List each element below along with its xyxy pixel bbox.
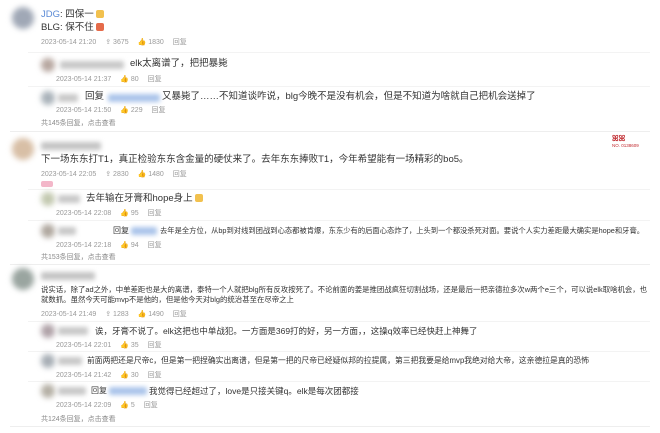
avatar[interactable] [41, 192, 55, 206]
user-name[interactable] [58, 387, 86, 395]
reply-button[interactable]: 回复 [152, 105, 166, 115]
badge-logo: ꕤꕤ [612, 134, 626, 143]
timestamp: 2023-05-14 21:20 [41, 39, 97, 46]
reply-button[interactable]: 回复 [173, 37, 187, 47]
comment-meta: 2023-05-14 21:49 ⇪ 1283 👍 1490 回复 [41, 309, 194, 319]
rank-badge: ꕤꕤ NO. 0138609 [612, 135, 652, 151]
avatar[interactable] [41, 384, 55, 398]
comment-divider [10, 426, 650, 427]
reply-prefix: 回复 [91, 386, 107, 395]
like-button[interactable]: 👍 1830 [138, 38, 164, 46]
user-name[interactable] [41, 272, 95, 280]
reply-button[interactable]: 回复 [173, 309, 187, 319]
reply-text: elk太离谱了，把把暴毙 [130, 58, 228, 69]
comment-line-2: BLG: 保不住 [41, 22, 106, 34]
timestamp: 2023-05-14 22:18 [56, 242, 112, 249]
reply-meta: 2023-05-14 22:08 👍 95 回复 [56, 208, 169, 218]
comment-line-1: JDG: 四保一 [41, 9, 106, 21]
user-name[interactable] [41, 142, 101, 150]
avatar[interactable] [12, 138, 34, 160]
timestamp: 2023-05-14 22:09 [56, 402, 112, 409]
mentioned-user[interactable] [131, 227, 157, 235]
reply-text: 去年是全方位，从bp到对线到团战到心态都被肯爆，东东少有的后面心态炸了，上头到一… [160, 226, 645, 235]
emoji-icon [96, 10, 105, 18]
like-button[interactable]: 👍 1490 [138, 310, 164, 318]
comment-meta: 2023-05-14 21:20 ⇪ 3675 👍 1830 回复 [41, 37, 194, 47]
reply-button[interactable]: 回复 [148, 208, 162, 218]
reply-text: 我觉得已经超过了，love是只接关键q。elk是每次团都接 [149, 386, 359, 396]
timestamp: 2023-05-14 22:05 [41, 171, 97, 178]
like-button[interactable]: 👍 30 [120, 371, 138, 379]
share-button[interactable]: ⇪ 1283 [105, 310, 128, 318]
like-button[interactable]: 👍 80 [120, 75, 138, 83]
user-name[interactable] [58, 94, 78, 102]
reply-divider [28, 220, 650, 221]
reply-button[interactable]: 回复 [148, 74, 162, 84]
user-name[interactable]: JDG [41, 9, 60, 20]
avatar[interactable] [41, 91, 55, 105]
comment-text: 下一场东东打T1，真正检验东东含金量的硬仗来了。去年东东捧败T1，今年希望能有一… [41, 154, 469, 165]
reply-meta: 2023-05-14 22:18 👍 94 回复 [56, 240, 169, 250]
reply-text: 诶，牙膏不说了。elk这把也中单战犯。一方面是369打的好，另一方面，，这操q效… [95, 326, 478, 336]
reply-button[interactable]: 回复 [148, 240, 162, 250]
avatar[interactable] [41, 58, 55, 72]
user-name[interactable] [60, 61, 124, 69]
user-name[interactable] [58, 327, 88, 335]
avatar[interactable] [41, 224, 55, 238]
view-more-replies-link[interactable]: 共153条回复，点击查看 [41, 252, 116, 262]
reply-button[interactable]: 回复 [144, 400, 158, 410]
reply-prefix: 回复 [85, 91, 105, 102]
like-button[interactable]: 👍 5 [120, 401, 135, 409]
reply-meta: 2023-05-14 21:42 👍 30 回复 [56, 370, 169, 380]
reply-meta: 2023-05-14 21:37 👍 80 回复 [56, 74, 169, 84]
view-more-replies-link[interactable]: 共124条回复，点击查看 [41, 414, 116, 424]
reply-button[interactable]: 回复 [173, 169, 187, 179]
reply-text: 又暴毙了……不知道谈咋说，blg今晚不是没有机会，但是不知道为啥就自己把机会送掉… [162, 91, 536, 102]
comment-text: 说实话，除了ad之外，中单差距也是大的离谱，泰特一个人就把blg所有反攻按死了。… [41, 285, 648, 304]
emoji-icon [96, 23, 105, 31]
timestamp: 2023-05-14 21:37 [56, 76, 112, 83]
comment-divider [10, 131, 650, 132]
reply-divider [28, 52, 650, 53]
timestamp: 2023-05-14 22:01 [56, 342, 112, 349]
comment-meta: 2023-05-14 22:05 ⇪ 2830 👍 1480 回复 [41, 169, 194, 179]
like-button[interactable]: 👍 95 [120, 209, 138, 217]
comment-divider [10, 264, 650, 265]
reply-divider [28, 351, 650, 352]
reply-button[interactable]: 回复 [148, 370, 162, 380]
timestamp: 2023-05-14 21:42 [56, 372, 112, 379]
timestamp: 2023-05-14 21:50 [56, 107, 112, 114]
reply-text: 去年输在牙膏和hope身上 [86, 193, 205, 205]
reply-divider [28, 381, 650, 382]
timestamp: 2023-05-14 22:08 [56, 210, 112, 217]
reply-meta: 2023-05-14 22:09 👍 5 回复 [56, 400, 165, 410]
emoji-icon [195, 194, 204, 202]
avatar[interactable] [12, 268, 34, 290]
reply-meta: 2023-05-14 22:01 👍 35 回复 [56, 340, 169, 350]
reply-text: 前面两把还是尺帝c，但是第一把捏确实出离谱，但是第一把的尺帝已经疑似邦的拉提属，… [87, 356, 590, 365]
like-button[interactable]: 👍 35 [120, 341, 138, 349]
mentioned-user[interactable] [109, 387, 147, 395]
avatar[interactable] [12, 7, 34, 29]
user-name[interactable] [58, 195, 80, 203]
reply-divider [28, 321, 650, 322]
reply-meta: 2023-05-14 21:50 👍 229 回复 [56, 105, 173, 115]
user-name[interactable] [58, 357, 82, 365]
like-button[interactable]: 👍 94 [120, 241, 138, 249]
reply-divider [28, 189, 650, 190]
avatar[interactable] [41, 354, 55, 368]
reply-prefix: 回复 [113, 226, 129, 235]
view-more-replies-link[interactable]: 共145条回复，点击查看 [41, 118, 116, 128]
mentioned-user[interactable] [108, 94, 160, 102]
share-button[interactable]: ⇪ 2830 [105, 170, 128, 178]
reply-button[interactable]: 回复 [148, 340, 162, 350]
like-button[interactable]: 👍 1480 [138, 170, 164, 178]
timestamp: 2023-05-14 21:49 [41, 311, 97, 318]
fan-badge [41, 181, 53, 187]
avatar[interactable] [41, 324, 55, 338]
reply-divider [28, 86, 650, 87]
share-button[interactable]: ⇪ 3675 [105, 38, 128, 46]
like-button[interactable]: 👍 229 [120, 106, 142, 114]
user-name[interactable] [58, 227, 76, 235]
